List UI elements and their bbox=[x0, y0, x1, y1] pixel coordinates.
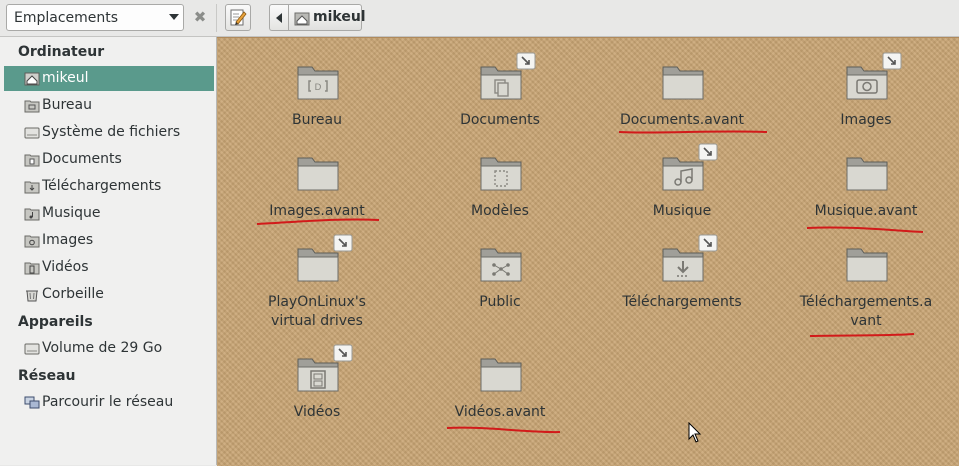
trash-icon bbox=[26, 290, 38, 302]
places-combo[interactable]: Emplacements bbox=[6, 4, 184, 31]
download-folder-icon bbox=[24, 181, 40, 194]
camera-folder-icon bbox=[24, 235, 40, 248]
sidebar-item-documents[interactable]: Documents bbox=[4, 147, 214, 172]
edit-location-button[interactable] bbox=[225, 4, 251, 31]
sidebar-item-label: Parcourir le réseau bbox=[42, 394, 174, 410]
sidebar-item-images[interactable]: Images bbox=[4, 228, 214, 253]
sidebar-item-downloads[interactable]: Téléchargements bbox=[4, 174, 214, 199]
path-back-button[interactable] bbox=[269, 4, 289, 31]
sidebar-item-label: Images bbox=[42, 232, 94, 248]
sidebar-item-music[interactable]: Musique bbox=[4, 201, 214, 226]
sidebar-item-filesystem[interactable]: Système de fichiers bbox=[4, 120, 214, 145]
sidebar-item-label: Volume de 29 Go bbox=[42, 340, 163, 356]
annotation-underlines bbox=[256, 130, 924, 434]
sidebar-item-label: Corbeille bbox=[42, 286, 104, 302]
music-folder-icon bbox=[24, 208, 40, 221]
sidebar-item-videos[interactable]: Vidéos bbox=[4, 255, 214, 280]
chevron-down-icon bbox=[169, 14, 179, 20]
network-icon bbox=[24, 396, 40, 409]
section-ordinateur: Ordinateur bbox=[18, 44, 105, 60]
underline-documents-avant bbox=[618, 130, 768, 134]
film-folder-icon bbox=[24, 262, 40, 275]
section-appareils: Appareils bbox=[18, 314, 93, 330]
toolbar-separator bbox=[216, 4, 217, 32]
home-icon bbox=[294, 12, 310, 26]
mouse-cursor-icon bbox=[688, 422, 702, 443]
sidebar-item-bureau[interactable]: Bureau bbox=[4, 93, 214, 118]
home-icon bbox=[24, 72, 40, 86]
sidebar-item-label: Vidéos bbox=[42, 259, 89, 275]
drive-icon bbox=[24, 127, 40, 139]
sidebar-item-label: Téléchargements bbox=[42, 178, 162, 194]
places-combo-label: Emplacements bbox=[14, 10, 119, 26]
underline-musique-avant bbox=[806, 226, 924, 233]
sidebar-item-label: Musique bbox=[42, 205, 101, 221]
toolbar: Emplacements ✖ mikeul bbox=[0, 0, 959, 37]
sidebar-item-volume[interactable]: Volume de 29 Go bbox=[4, 336, 214, 361]
sidebar-item-label: Système de fichiers bbox=[42, 124, 181, 140]
pencil-icon bbox=[230, 9, 247, 26]
desktop-folder-icon bbox=[24, 100, 40, 113]
sidebar-item-label: mikeul bbox=[42, 70, 89, 86]
sidebar-item-label: Documents bbox=[42, 151, 122, 167]
section-reseau: Réseau bbox=[18, 368, 76, 384]
folder-icon bbox=[24, 154, 40, 167]
sidebar-item-network[interactable]: Parcourir le réseau bbox=[4, 390, 214, 415]
sidebar-item-home[interactable]: mikeul bbox=[4, 66, 214, 91]
sidebar-item-trash[interactable]: Corbeille bbox=[4, 282, 214, 307]
drive-icon bbox=[24, 343, 40, 355]
file-icon-view[interactable]: D Bureau Documents Documents.avant Image… bbox=[217, 37, 959, 466]
underline-telechargements-avant bbox=[809, 333, 915, 337]
underline-images-avant bbox=[256, 218, 380, 225]
sidebar-item-label: Bureau bbox=[42, 97, 92, 113]
path-segment-home[interactable]: mikeul bbox=[288, 4, 366, 31]
close-sidebar-button[interactable]: ✖ bbox=[189, 5, 211, 30]
path-segment-label: mikeul bbox=[313, 9, 366, 25]
places-sidebar: Ordinateur mikeul Bureau Système de fich… bbox=[0, 37, 217, 465]
underline-videos-avant bbox=[446, 426, 561, 434]
